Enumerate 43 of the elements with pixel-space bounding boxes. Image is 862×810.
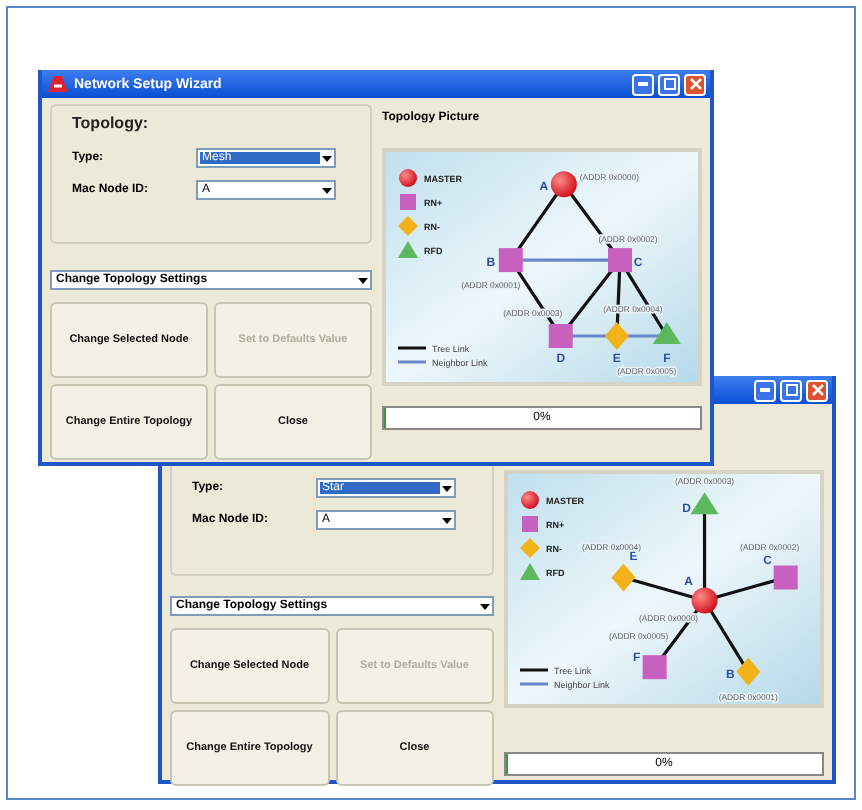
diamond-node-icon (611, 563, 636, 592)
legend-master-node-icon (521, 491, 539, 509)
group-title: Topology: (72, 114, 151, 132)
tree-link-swatch (520, 668, 548, 672)
dropdown-arrow-icon (440, 513, 454, 527)
tree-link-swatch (398, 346, 426, 350)
square-node-icon (548, 324, 573, 348)
diamond-node-icon (604, 322, 629, 350)
legend-diamond-node-icon (398, 216, 418, 236)
triangle-node-icon (690, 492, 719, 515)
minimize-icon (760, 388, 770, 392)
legend-triangle-node-icon (398, 241, 418, 258)
legend-master-node-icon (399, 169, 417, 187)
triangle-node-icon (652, 322, 681, 344)
square-node-icon (642, 655, 667, 680)
minimize-button[interactable] (632, 73, 654, 95)
close-button[interactable] (684, 73, 706, 95)
close-icon (689, 78, 701, 90)
legend-square-node-icon (400, 194, 416, 210)
legend-diamond-node-icon (520, 538, 540, 558)
dropdown-arrow-icon (440, 481, 454, 495)
neighbor-link-swatch (398, 360, 426, 364)
close-button[interactable] (806, 379, 828, 401)
close-icon (811, 384, 823, 396)
maximize-icon (785, 384, 797, 396)
minimize-button[interactable] (754, 379, 776, 401)
legend-square-node-icon (522, 516, 538, 532)
legend-triangle-node-icon (520, 563, 540, 580)
square-node-icon (498, 248, 523, 273)
minimize-icon (638, 82, 648, 86)
square-node-icon (608, 248, 632, 273)
dropdown-arrow-icon (320, 183, 334, 197)
app-icon (46, 74, 70, 94)
dropdown-arrow-icon (356, 273, 370, 287)
maximize-button[interactable] (658, 73, 680, 95)
dropdown-arrow-icon (320, 151, 334, 165)
master-node-icon (691, 587, 718, 614)
neighbor-link-swatch (520, 682, 548, 686)
dropdown-arrow-icon (478, 599, 492, 613)
diamond-node-icon (736, 657, 761, 686)
maximize-icon (663, 78, 675, 90)
maximize-button[interactable] (780, 379, 802, 401)
master-node-icon (550, 171, 577, 198)
